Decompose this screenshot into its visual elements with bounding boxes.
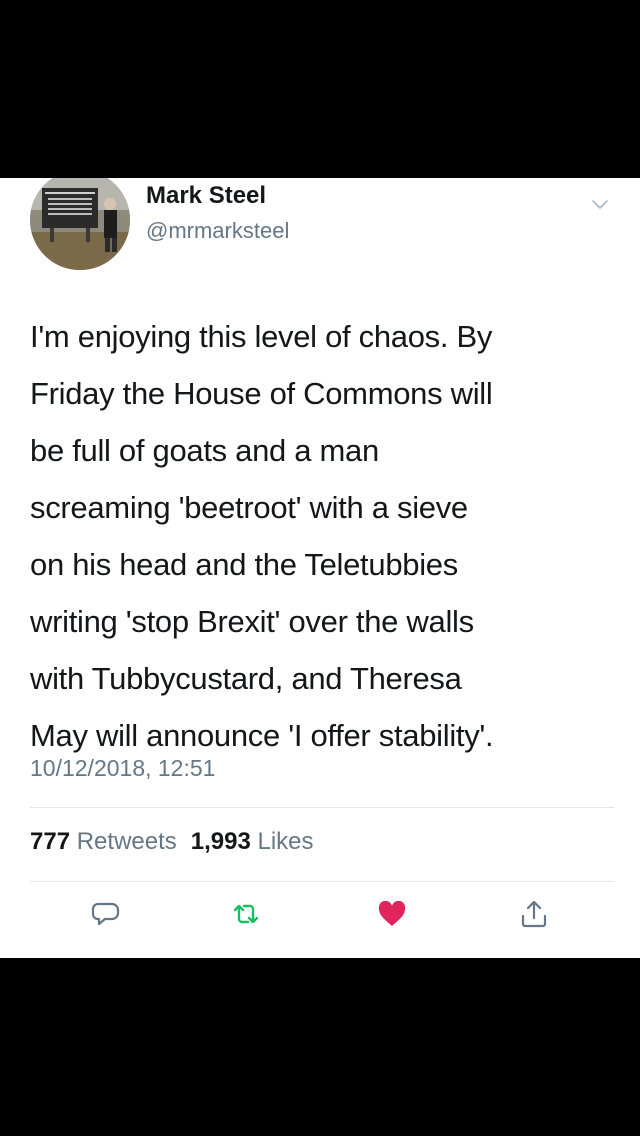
avatar[interactable]	[30, 178, 130, 270]
divider	[30, 881, 614, 882]
tweet-text: I'm enjoying this level of chaos. By Fri…	[30, 319, 494, 753]
likes-count[interactable]: 1,993	[191, 828, 251, 855]
like-button[interactable]	[376, 898, 408, 930]
retweets-label[interactable]: Retweets	[77, 828, 177, 855]
share-button[interactable]	[518, 898, 550, 930]
retweet-icon	[233, 904, 259, 924]
heart-icon	[378, 900, 406, 926]
retweets-count[interactable]: 777	[30, 828, 70, 855]
divider	[30, 807, 614, 808]
avatar-photo	[30, 178, 130, 270]
share-icon	[521, 900, 547, 928]
tweet-card: Mark Steel @mrmarksteel I'm enjoying thi…	[0, 178, 640, 958]
reply-button[interactable]	[90, 898, 122, 930]
engagement-stats: 777 Retweets 1,993 Likes	[30, 828, 314, 856]
likes-label[interactable]: Likes	[258, 828, 314, 855]
chevron-down-icon[interactable]	[588, 192, 612, 216]
top-black-bar	[0, 0, 640, 178]
bottom-black-bar	[0, 958, 640, 1136]
tweet-timestamp[interactable]: 10/12/2018, 12:51	[30, 755, 215, 782]
display-name[interactable]: Mark Steel	[146, 182, 266, 210]
user-handle[interactable]: @mrmarksteel	[146, 218, 289, 244]
reply-icon	[91, 902, 120, 926]
retweet-button[interactable]	[230, 898, 262, 930]
